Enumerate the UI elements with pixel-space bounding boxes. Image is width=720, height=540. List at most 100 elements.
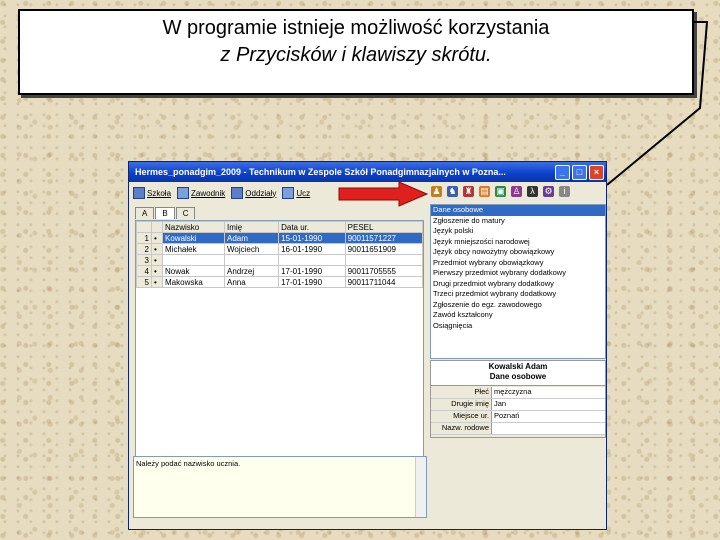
students-icon bbox=[282, 187, 295, 199]
header-nazwisko[interactable]: Nazwisko bbox=[161, 221, 226, 233]
cell-imie[interactable]: Adam bbox=[224, 232, 280, 244]
hint-panel: Należy podać nazwisko ucznia. bbox=[133, 456, 427, 518]
info-icon[interactable]: i bbox=[559, 186, 570, 197]
list-item[interactable]: Zgłoszenie do matury bbox=[431, 216, 605, 227]
card-fields: Płeć mężczyzna Drugie imię Jan Miejsce u… bbox=[431, 387, 605, 435]
cell-nazwisko[interactable]: Kowalski bbox=[161, 232, 226, 244]
cell-pesel[interactable]: 90011711044 bbox=[344, 276, 423, 288]
row-mark: • bbox=[151, 276, 163, 288]
row-number: 3 bbox=[136, 254, 152, 266]
row-number: 5 bbox=[136, 276, 152, 288]
list-item[interactable]: Dane osobowe bbox=[431, 205, 605, 216]
uczniowie-button[interactable]: Ucz bbox=[282, 187, 310, 199]
list-item[interactable]: Osiągnięcia bbox=[431, 321, 605, 332]
zawodnik-label: Zawodnik bbox=[191, 188, 226, 198]
header-imie[interactable]: Imię bbox=[224, 221, 280, 233]
cell-pesel[interactable]: 90011571227 bbox=[344, 232, 423, 244]
row-number: 1 bbox=[136, 232, 152, 244]
tab-c[interactable]: C bbox=[175, 207, 196, 219]
cell-nazwisko[interactable]: Michałek bbox=[161, 243, 226, 255]
cell-pesel[interactable] bbox=[344, 254, 423, 266]
header-data[interactable]: Data ur. bbox=[278, 221, 346, 233]
tab-a[interactable]: A bbox=[135, 207, 155, 219]
card-header: Kowalski Adam Dane osobowe bbox=[431, 361, 605, 386]
tab-strip: A B C bbox=[135, 207, 196, 219]
settings-icon[interactable]: ⚙ bbox=[543, 186, 554, 197]
cell-nazwisko[interactable]: Nowak bbox=[161, 265, 226, 277]
list-item[interactable]: Zgłoszenie do egz. zawodowego bbox=[431, 300, 605, 311]
list-item[interactable]: Zawód kształcony bbox=[431, 310, 605, 321]
list-item[interactable]: Trzeci przedmiot wybrany dodatkowy bbox=[431, 289, 605, 300]
walk-icon[interactable]: λ bbox=[527, 186, 538, 197]
users-icon[interactable]: ♜ bbox=[463, 186, 474, 197]
card-section: Dane osobowe bbox=[489, 372, 547, 381]
row-number: 2 bbox=[136, 243, 152, 255]
cell-imie[interactable]: Anna bbox=[224, 276, 280, 288]
table-row[interactable]: 2 • Michałek Wojciech 16-01-1990 9001165… bbox=[136, 243, 423, 255]
field-value[interactable]: mężczyzna bbox=[492, 387, 605, 398]
hint-text: Należy podać nazwisko ucznia. bbox=[136, 459, 241, 468]
zawodnik-button[interactable]: Zawodnik bbox=[177, 187, 225, 199]
cell-pesel[interactable]: 90011651909 bbox=[344, 243, 423, 255]
list-item[interactable]: Język mniejszości narodowej bbox=[431, 237, 605, 248]
hint-scrollbar[interactable] bbox=[415, 457, 426, 517]
header-pesel[interactable]: PESEL bbox=[344, 221, 423, 233]
row-mark: • bbox=[151, 265, 163, 277]
tab-b[interactable]: B bbox=[155, 207, 175, 219]
action-icons: ♟ ♞ ♜ ▤ ▣ ♙ λ ⚙ i bbox=[431, 186, 570, 197]
empty-panel bbox=[430, 440, 604, 520]
title-bar: Hermes_ponadgim_2009 - Technikum w Zespo… bbox=[129, 162, 606, 182]
window-title: Hermes_ponadgim_2009 - Technikum w Zespo… bbox=[135, 167, 506, 177]
people-icon[interactable]: ♙ bbox=[511, 186, 522, 197]
cell-imie[interactable] bbox=[224, 254, 280, 266]
cell-pesel[interactable]: 90011705555 bbox=[344, 265, 423, 277]
cell-data[interactable]: 17-01-1990 bbox=[278, 265, 346, 277]
students-grid: Nazwisko Imię Data ur. PESEL 1 • Kowalsk… bbox=[135, 220, 424, 458]
uczniowie-label: Ucz bbox=[296, 188, 311, 198]
field-label: Nazw. rodowe bbox=[431, 423, 492, 434]
student-icon[interactable]: ♟ bbox=[431, 186, 442, 197]
close-button[interactable]: × bbox=[589, 164, 604, 180]
print-icon[interactable]: ▤ bbox=[479, 186, 490, 197]
maximize-button[interactable]: □ bbox=[572, 164, 587, 180]
toolbar: Szkoła Zawodnik Oddziały Ucz bbox=[133, 185, 310, 201]
oddzialy-label: Oddziały bbox=[245, 188, 277, 198]
list-item[interactable]: Język polski bbox=[431, 226, 605, 237]
cell-nazwisko[interactable] bbox=[161, 254, 226, 266]
cell-data[interactable] bbox=[278, 254, 346, 266]
table-row[interactable]: 5 • Makowska Anna 17-01-1990 90011711044 bbox=[136, 276, 423, 288]
field-label: Drugie imię bbox=[431, 399, 492, 410]
cell-data[interactable]: 17-01-1990 bbox=[278, 276, 346, 288]
cell-data[interactable]: 15-01-1990 bbox=[278, 232, 346, 244]
field-row: Drugie imię Jan bbox=[431, 399, 605, 411]
person-icon bbox=[177, 187, 190, 199]
table-row[interactable]: 1 • Kowalski Adam 15-01-1990 90011571227 bbox=[136, 232, 423, 244]
row-mark: • bbox=[151, 243, 163, 255]
group-icon[interactable]: ♞ bbox=[447, 186, 458, 197]
student-detail-card: Kowalski Adam Dane osobowe Płeć mężczyzn… bbox=[430, 360, 606, 438]
table-row[interactable]: 3 • bbox=[136, 254, 423, 266]
list-item[interactable]: Pierwszy przedmiot wybrany dodatkowy bbox=[431, 268, 605, 279]
cell-imie[interactable]: Andrzej bbox=[224, 265, 280, 277]
cell-data[interactable]: 16-01-1990 bbox=[278, 243, 346, 255]
save-icon[interactable]: ▣ bbox=[495, 186, 506, 197]
field-value[interactable]: Poznań bbox=[492, 411, 605, 422]
szkola-button[interactable]: Szkoła bbox=[133, 187, 171, 199]
list-item[interactable]: Przedmiot wybrany obowiązkowy bbox=[431, 258, 605, 269]
oddzialy-button[interactable]: Oddziały bbox=[231, 187, 276, 199]
grid-header-row: Nazwisko Imię Data ur. PESEL bbox=[136, 221, 423, 233]
list-item[interactable]: Język obcy nowożytny obowiązkowy bbox=[431, 247, 605, 258]
category-list: Dane osobowe Zgłoszenie do matury Język … bbox=[430, 204, 606, 359]
grid-corner-mark bbox=[151, 221, 163, 233]
grid-corner bbox=[136, 221, 152, 233]
field-value[interactable]: Jan bbox=[492, 399, 605, 410]
field-label: Płeć bbox=[431, 387, 492, 398]
cell-imie[interactable]: Wojciech bbox=[224, 243, 280, 255]
minimize-button[interactable]: _ bbox=[555, 164, 570, 180]
list-item[interactable]: Drugi przedmiot wybrany dodatkowy bbox=[431, 279, 605, 290]
table-row[interactable]: 4 • Nowak Andrzej 17-01-1990 90011705555 bbox=[136, 265, 423, 277]
student-name: Kowalski Adam bbox=[488, 362, 548, 371]
school-icon bbox=[133, 187, 145, 199]
cell-nazwisko[interactable]: Makowska bbox=[161, 276, 226, 288]
field-value[interactable] bbox=[492, 423, 605, 434]
